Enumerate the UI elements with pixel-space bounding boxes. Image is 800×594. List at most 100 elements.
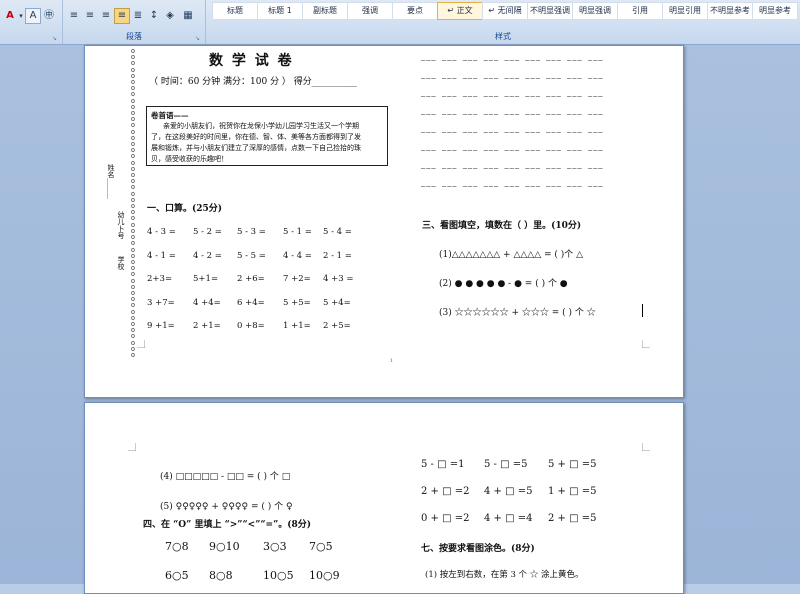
- style-tile[interactable]: 要点: [392, 2, 438, 20]
- binding-holes: o o o o o o o o o o o o o o o o o o o o …: [130, 47, 136, 359]
- text-cursor: [642, 304, 643, 317]
- crop-mark: [128, 443, 136, 451]
- oral-calc-item: 4 - 1 =: [147, 250, 176, 261]
- style-tile[interactable]: 副标题: [302, 2, 348, 20]
- style-tile[interactable]: 引用: [617, 2, 663, 20]
- compare-item: 9○10: [209, 540, 240, 553]
- oral-calc-item: 4 - 4 =: [283, 250, 312, 261]
- page-1[interactable]: o o o o o o o o o o o o o o o o o o o o …: [84, 45, 684, 398]
- side-label-name: 姓名______: [107, 164, 115, 199]
- paragraph-group: ≡ ≡ ≡ ≡ ≣ ↕ ◈ ▦ 段落 ↘: [63, 0, 206, 44]
- oral-calc-item: 2 - 1 =: [323, 250, 352, 261]
- oral-calc-item: 4 - 2 =: [193, 250, 222, 261]
- style-tile[interactable]: 不明显强调: [527, 2, 573, 20]
- box-fill-item: 2 + □ =5: [548, 513, 597, 524]
- page-number: 1: [390, 358, 394, 364]
- dialog-launcher-icon[interactable]: ↘: [52, 35, 59, 42]
- oral-calc-item: 9 +1=: [147, 321, 175, 331]
- style-tile[interactable]: 强调: [347, 2, 393, 20]
- dash-line: ——— ——— ——— ——— ——— ——— ——— ——— ———: [421, 128, 604, 136]
- oral-calc-item: 2+3=: [147, 274, 173, 284]
- oral-calc-item: 5 - 1 =: [283, 227, 312, 237]
- style-tile[interactable]: 不明显参考: [707, 2, 753, 20]
- compare-item: 7○5: [309, 540, 333, 553]
- line-spacing-icon[interactable]: ↕: [146, 8, 162, 24]
- oral-calc-item: 4 - 3 =: [147, 227, 176, 237]
- question-5: (5) ♀♀♀♀♀ + ♀♀♀♀ = ( ) 个 ♀: [160, 502, 293, 512]
- style-tile[interactable]: 标题: [212, 2, 258, 20]
- box-fill-item: 4 + □ =5: [484, 486, 533, 497]
- picture-row: (3) ☆☆☆☆☆☆ + ☆☆☆ = ( ) 个 ☆: [439, 308, 596, 318]
- dash-line: ——— ——— ——— ——— ——— ——— ——— ——— ———: [421, 110, 604, 118]
- style-tile[interactable]: 明显参考: [752, 2, 798, 20]
- section-4-heading: 四、在 “O” 里填上 “>”“<”“=”。(8分): [143, 520, 312, 530]
- picture-row: (1)△△△△△△△ + △△△△ = ( )个 △: [439, 250, 584, 260]
- dash-line: ——— ——— ——— ——— ——— ——— ——— ——— ———: [421, 182, 604, 190]
- box-fill-item: 5 - □ =1: [421, 459, 465, 470]
- oral-calc-item: 2 +1=: [193, 321, 221, 331]
- oral-calc-item: 4 +4=: [193, 297, 221, 308]
- styles-group-label: 样式: [495, 32, 511, 41]
- font-group: A ▾ A ㊥ ↘: [0, 0, 63, 44]
- compare-item: 8○8: [209, 569, 233, 582]
- enclosed-character-icon[interactable]: ㊥: [41, 8, 57, 24]
- crop-mark: [137, 340, 145, 348]
- crop-mark: [642, 443, 650, 451]
- distributed-icon[interactable]: ≣: [130, 8, 146, 24]
- borders-icon[interactable]: ▦: [180, 8, 196, 24]
- intro-line: 了，在这段美好的时间里，你在德、智、体、美等各方面都得到了发: [151, 133, 361, 141]
- dash-line: ——— ——— ——— ——— ——— ——— ——— ——— ———: [421, 146, 604, 154]
- justify-icon[interactable]: ≡: [114, 8, 130, 24]
- box-fill-item: 1 + □ =5: [548, 486, 597, 497]
- dash-line: ——— ——— ——— ——— ——— ——— ——— ——— ———: [421, 164, 604, 172]
- oral-calc-item: 2 +5=: [323, 321, 351, 331]
- exam-meta: （ 时间：60 分钟 满分：100 分 ） 得分__________: [149, 77, 357, 87]
- oral-calc-item: 6 +4=: [237, 297, 265, 308]
- align-right-icon[interactable]: ≡: [98, 8, 114, 24]
- style-tile[interactable]: 明显强调: [572, 2, 618, 20]
- oral-calc-item: 0 +8=: [237, 321, 265, 331]
- styles-group: 标题 标题 1 副标题 强调 要点 ↵ 正文 ↵ 无间隔 不明显强调 明显强调 引用 明显引用 不明显…: [206, 0, 800, 44]
- oral-calc-item: 4 +3 =: [323, 274, 354, 284]
- align-left-icon[interactable]: ≡: [66, 8, 82, 24]
- character-shading-icon[interactable]: A: [25, 8, 41, 24]
- ribbon: A ▾ A ㊥ ↘ ≡ ≡ ≡ ≡ ≣ ↕ ◈ ▦ 段落 ↘ 标题 标题 1 副标题…: [0, 0, 800, 45]
- picture-row: (2) ● ● ● ● ● - ● = ( ) 个 ●: [439, 279, 568, 289]
- section-7-line: (1) 按左到右数，在第 3 个 ☆ 涂上黄色。: [425, 570, 584, 580]
- dash-line: ——— ——— ——— ——— ——— ——— ——— ——— ———: [421, 56, 604, 64]
- intro-line: 展和锻炼，并与小朋友们建立了深厚的感情，点数一下自己捡拾的珠: [151, 144, 361, 152]
- oral-calc-item: 2 +6=: [237, 274, 265, 284]
- compare-item: 7○8: [165, 540, 189, 553]
- document-canvas[interactable]: o o o o o o o o o o o o o o o o o o o o …: [0, 45, 800, 594]
- intro-box: 卷首语—— 亲爱的小朋友们，祝贺你在龙保小学幼儿园学习生活又一个学期 了，在这段…: [146, 106, 388, 166]
- box-fill-item: 0 + □ =2: [421, 513, 470, 524]
- paragraph-launcher-icon[interactable]: ↘: [195, 35, 202, 42]
- oral-calc-item: 5 +4=: [323, 297, 351, 308]
- oral-calc-item: 7 +2=: [283, 274, 311, 284]
- oral-calc-item: 1 +1=: [283, 321, 311, 331]
- style-tile[interactable]: 标题 1: [257, 2, 303, 20]
- section-1-heading: 一、口算。(25分): [147, 204, 223, 214]
- style-tile[interactable]: 明显引用: [662, 2, 708, 20]
- compare-item: 10○9: [309, 569, 340, 582]
- intro-line: 亲爱的小朋友们，祝贺你在龙保小学幼儿园学习生活又一个学期: [163, 122, 359, 130]
- intro-line: 贝，感受收获的乐趣吧！: [151, 155, 228, 163]
- style-tile[interactable]: ↵ 无间隔: [482, 2, 528, 20]
- shading-icon[interactable]: ◈: [162, 8, 178, 24]
- box-fill-item: 5 + □ =5: [548, 459, 597, 470]
- side-label-school: 学校: [117, 256, 125, 270]
- page-2[interactable]: (4) □□□□□ - □□ = ( ) 个 □ (5) ♀♀♀♀♀ + ♀♀♀…: [84, 402, 684, 594]
- oral-calc-item: 3 +7=: [147, 297, 175, 308]
- paragraph-group-label: 段落: [126, 32, 142, 41]
- dash-line: ——— ——— ——— ——— ——— ——— ——— ——— ———: [421, 92, 604, 100]
- oral-calc-item: 5 - 4 =: [323, 227, 352, 237]
- align-center-icon[interactable]: ≡: [82, 8, 98, 24]
- dash-line: ——— ——— ——— ——— ——— ——— ——— ——— ———: [421, 74, 604, 82]
- style-tile[interactable]: ↵ 正文: [437, 2, 483, 20]
- question-4: (4) □□□□□ - □□ = ( ) 个 □: [160, 472, 291, 482]
- box-fill-item: 4 + □ =4: [484, 513, 533, 524]
- oral-calc-item: 5 - 2 =: [193, 227, 222, 237]
- box-fill-item: 5 - □ =5: [484, 459, 528, 470]
- crop-mark: [642, 340, 650, 348]
- oral-calc-item: 5 - 3 =: [237, 227, 266, 237]
